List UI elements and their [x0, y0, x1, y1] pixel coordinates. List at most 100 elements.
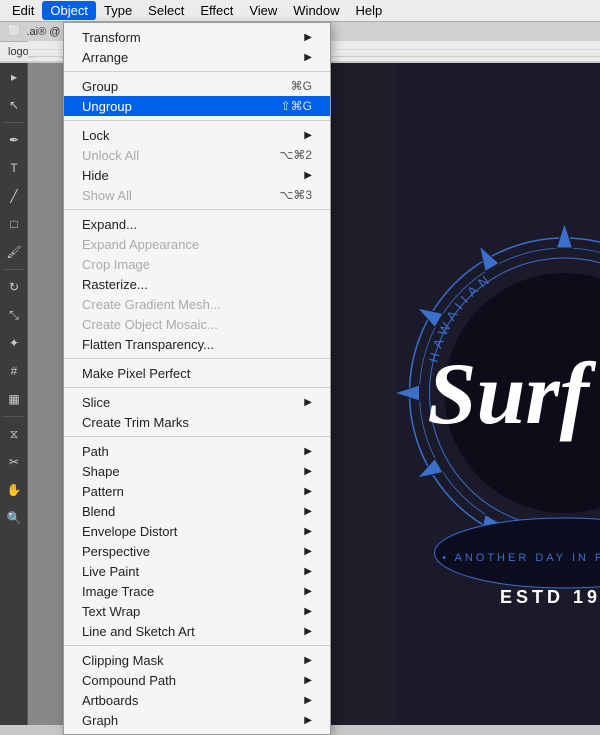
menu-transform[interactable]: Transform ▶ [64, 27, 330, 47]
menu-flatten-transparency-label: Flatten Transparency... [82, 337, 312, 352]
menu-text-wrap-label: Text Wrap [82, 604, 300, 619]
tool-zoom[interactable]: 🔍 [0, 504, 28, 532]
menu-clipping-mask-label: Clipping Mask [82, 653, 300, 668]
menu-transform-label: Transform [82, 30, 300, 45]
menu-arrange[interactable]: Arrange ▶ [64, 47, 330, 67]
file-icon: ⬜ [8, 26, 20, 37]
menu-show-all-label: Show All [82, 188, 259, 203]
menu-pattern[interactable]: Pattern ▶ [64, 481, 330, 501]
menu-expand-label: Expand... [82, 217, 312, 232]
menu-image-trace[interactable]: Image Trace ▶ [64, 581, 330, 601]
menubar-edit[interactable]: Edit [4, 1, 42, 20]
toolbar-divider-1 [3, 122, 24, 123]
menu-image-trace-arrow: ▶ [304, 586, 312, 597]
menu-path-arrow: ▶ [304, 446, 312, 457]
tool-blend[interactable]: ⧖ [0, 420, 28, 448]
menu-ungroup-label: Ungroup [82, 99, 261, 114]
tool-rotate[interactable]: ↻ [0, 273, 28, 301]
menu-expand[interactable]: Expand... [64, 214, 330, 234]
menu-object-mosaic-label: Create Object Mosaic... [82, 317, 312, 332]
tool-type[interactable]: T [0, 154, 28, 182]
svg-text:• ANOTHER DAY IN PARADISE •: • ANOTHER DAY IN PARADISE • [442, 552, 600, 564]
menubar-select[interactable]: Select [140, 1, 192, 20]
menu-gradient-mesh-label: Create Gradient Mesh... [82, 297, 312, 312]
menu-lock[interactable]: Lock ▶ [64, 125, 330, 145]
menu-hide-arrow: ▶ [304, 170, 312, 181]
menu-compound-path[interactable]: Compound Path ▶ [64, 670, 330, 690]
menubar-help[interactable]: Help [348, 1, 391, 20]
menu-live-paint[interactable]: Live Paint ▶ [64, 561, 330, 581]
tool-eyedropper[interactable]: ✦ [0, 329, 28, 357]
menu-blend[interactable]: Blend ▶ [64, 501, 330, 521]
menu-rasterize-label: Rasterize... [82, 277, 312, 292]
menu-ungroup-shortcut: ⇧⌘G [281, 99, 312, 113]
menu-text-wrap-arrow: ▶ [304, 606, 312, 617]
menubar-window[interactable]: Window [285, 1, 347, 20]
menu-crop-image[interactable]: Crop Image [64, 254, 330, 274]
menu-group-label: Group [82, 79, 271, 94]
tool-rect[interactable]: □ [0, 210, 28, 238]
tool-scale[interactable]: ⤡ [0, 301, 28, 329]
menu-artboards-label: Artboards [82, 693, 300, 708]
menu-graph[interactable]: Graph ▶ [64, 710, 330, 730]
menu-object-mosaic[interactable]: Create Object Mosaic... [64, 314, 330, 334]
left-toolbar: ▸ ↖ ✒ T ╱ □ 🖌 ↻ ⤡ ✦ # ▦ ⧖ ✂ ✋ 🔍 [0, 63, 28, 725]
menu-show-all[interactable]: Show All ⌥⌘3 [64, 185, 330, 205]
menu-gradient-mesh[interactable]: Create Gradient Mesh... [64, 294, 330, 314]
menu-live-paint-label: Live Paint [82, 564, 300, 579]
menu-envelope-distort[interactable]: Envelope Distort ▶ [64, 521, 330, 541]
menubar-effect[interactable]: Effect [192, 1, 241, 20]
tool-direct-select[interactable]: ↖ [0, 91, 28, 119]
tool-select[interactable]: ▸ [0, 63, 28, 91]
menu-hide[interactable]: Hide ▶ [64, 165, 330, 185]
menu-pattern-arrow: ▶ [304, 486, 312, 497]
menu-unlock-all[interactable]: Unlock All ⌥⌘2 [64, 145, 330, 165]
menu-expand-appearance[interactable]: Expand Appearance [64, 234, 330, 254]
menu-compound-path-arrow: ▶ [304, 675, 312, 686]
tool-paintbrush[interactable]: 🖌 [0, 238, 28, 266]
menu-ungroup[interactable]: Ungroup ⇧⌘G [64, 96, 330, 116]
sep-2 [64, 120, 330, 121]
menu-line-sketch[interactable]: Line and Sketch Art ▶ [64, 621, 330, 641]
menubar-object[interactable]: Object [42, 1, 96, 20]
menu-shape-arrow: ▶ [304, 466, 312, 477]
menu-create-trim-marks[interactable]: Create Trim Marks [64, 412, 330, 432]
menu-envelope-distort-arrow: ▶ [304, 526, 312, 537]
tool-hand[interactable]: ✋ [0, 476, 28, 504]
menu-text-wrap[interactable]: Text Wrap ▶ [64, 601, 330, 621]
menu-perspective-label: Perspective [82, 544, 300, 559]
menu-clipping-mask[interactable]: Clipping Mask ▶ [64, 650, 330, 670]
menu-pixel-perfect-label: Make Pixel Perfect [82, 366, 312, 381]
menu-flatten-transparency[interactable]: Flatten Transparency... [64, 334, 330, 354]
menu-line-sketch-arrow: ▶ [304, 626, 312, 637]
menu-rasterize[interactable]: Rasterize... [64, 274, 330, 294]
menu-group[interactable]: Group ⌘G [64, 76, 330, 96]
menu-group-shortcut: ⌘G [291, 79, 312, 93]
menu-path[interactable]: Path ▶ [64, 441, 330, 461]
menu-perspective-arrow: ▶ [304, 546, 312, 557]
menu-line-sketch-label: Line and Sketch Art [82, 624, 300, 639]
menu-artboards-arrow: ▶ [304, 695, 312, 706]
sep-3 [64, 209, 330, 210]
tool-line[interactable]: ╱ [0, 182, 28, 210]
menu-graph-arrow: ▶ [304, 715, 312, 726]
menu-pixel-perfect[interactable]: Make Pixel Perfect [64, 363, 330, 383]
menu-blend-label: Blend [82, 504, 300, 519]
tool-scissors[interactable]: ✂ [0, 448, 28, 476]
menu-artboards[interactable]: Artboards ▶ [64, 690, 330, 710]
menu-shape[interactable]: Shape ▶ [64, 461, 330, 481]
tool-gradient[interactable]: ▦ [0, 385, 28, 413]
menu-lock-arrow: ▶ [304, 130, 312, 141]
menu-lock-label: Lock [82, 128, 300, 143]
toolbar-divider-2 [3, 269, 24, 270]
menu-perspective[interactable]: Perspective ▶ [64, 541, 330, 561]
menubar-type[interactable]: Type [96, 1, 140, 20]
sep-5 [64, 387, 330, 388]
menu-slice[interactable]: Slice ▶ [64, 392, 330, 412]
tool-mesh[interactable]: # [0, 357, 28, 385]
menu-compound-path-label: Compound Path [82, 673, 300, 688]
menubar-view[interactable]: View [241, 1, 285, 20]
svg-text:Surf: Surf [428, 346, 597, 443]
tool-pen[interactable]: ✒ [0, 126, 28, 154]
menu-hide-label: Hide [82, 168, 300, 183]
